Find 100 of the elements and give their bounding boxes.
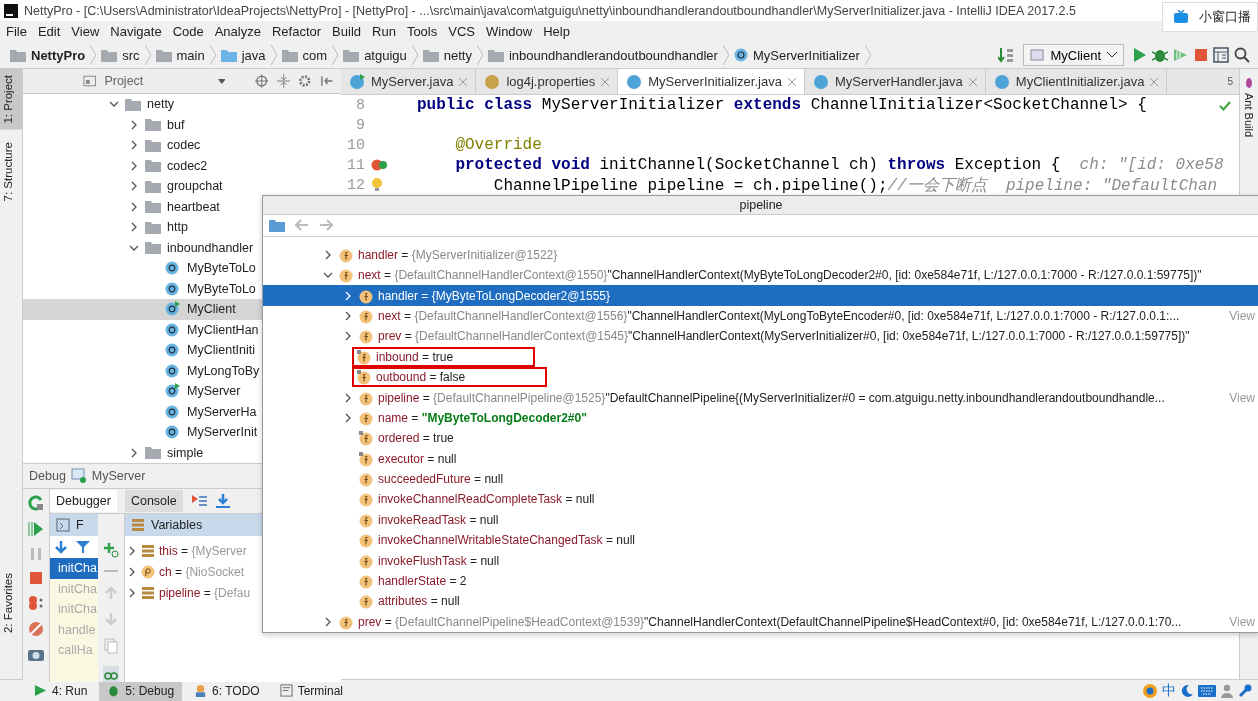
chevron-icon[interactable] bbox=[129, 119, 139, 130]
tree-row[interactable]: invokeChannelReadCompleteTask = null bbox=[263, 489, 1258, 510]
close-icon[interactable] bbox=[1150, 77, 1159, 86]
tree-row[interactable]: groupchat bbox=[23, 176, 341, 197]
chevron-icon[interactable] bbox=[323, 616, 333, 627]
tool-window-tab[interactable]: 6: TODO bbox=[186, 680, 268, 701]
chevron-icon[interactable] bbox=[129, 160, 139, 171]
chevron-icon[interactable] bbox=[127, 566, 137, 577]
person-icon[interactable] bbox=[1220, 683, 1234, 698]
rerun-icon[interactable] bbox=[28, 495, 44, 511]
menu-item[interactable]: Help bbox=[543, 24, 570, 39]
run-config-dropdown[interactable]: MyClient bbox=[1023, 44, 1124, 66]
resume-icon[interactable] bbox=[28, 521, 44, 537]
mute-breakpoints-icon[interactable] bbox=[28, 621, 44, 637]
menu-item[interactable]: Build bbox=[332, 24, 361, 39]
down-arrow-icon[interactable] bbox=[54, 540, 68, 554]
chevron-icon[interactable] bbox=[343, 331, 353, 342]
chevron-icon[interactable] bbox=[129, 181, 139, 192]
show-execution-point-icon[interactable] bbox=[190, 493, 207, 509]
tab[interactable]: Console bbox=[124, 490, 183, 512]
chevron-icon[interactable] bbox=[323, 249, 333, 260]
moon-icon[interactable] bbox=[1180, 683, 1194, 698]
collapse-all-icon[interactable] bbox=[276, 74, 291, 88]
dropdown-icon[interactable] bbox=[217, 78, 226, 84]
close-icon[interactable] bbox=[787, 77, 796, 86]
tree-row[interactable]: prev = {DefaultChannelPipeline$HeadContext@1539}"ChannelHandlerContext(DefaultChannelPipeline$HeadContext#0, [id: 0xe584e71f, L:/127.0.0.1:70... View bbox=[263, 611, 1258, 632]
keyboard-icon[interactable] bbox=[1198, 684, 1216, 697]
menu-item[interactable]: VCS bbox=[448, 24, 475, 39]
chevron-icon[interactable] bbox=[127, 587, 137, 598]
breadcrumb[interactable]: com bbox=[302, 47, 328, 63]
tree-row[interactable]: buf bbox=[23, 114, 341, 135]
breadcrumb[interactable]: src bbox=[122, 47, 140, 63]
tool-window-tab[interactable]: 4: Run bbox=[26, 680, 96, 701]
tree-row[interactable]: handler = {MyByteToLongDecoder2@1555} bbox=[263, 285, 1258, 306]
stop-icon[interactable] bbox=[1194, 48, 1208, 62]
chevron-icon[interactable] bbox=[129, 140, 139, 151]
stop-icon[interactable] bbox=[29, 571, 43, 585]
tree-row[interactable]: heartbeat bbox=[23, 196, 341, 217]
editor-tab[interactable]: MyClientInitializer.java bbox=[985, 69, 1168, 94]
tray-app-icon[interactable] bbox=[1142, 682, 1158, 699]
close-icon[interactable] bbox=[968, 77, 977, 86]
editor-tab[interactable]: MyServerInitializer.java bbox=[618, 69, 805, 94]
breadcrumb[interactable]: atguigu bbox=[364, 47, 407, 63]
tool-window-tab[interactable]: 1: Project bbox=[0, 69, 22, 130]
camera-icon[interactable] bbox=[28, 647, 44, 661]
run-icon[interactable] bbox=[1133, 47, 1147, 63]
tool-window-tab[interactable]: Ant Build bbox=[1243, 93, 1255, 138]
stack-frame[interactable]: initCha bbox=[50, 558, 98, 579]
tree-row[interactable]: invokeFlushTask = null bbox=[263, 550, 1258, 571]
tree-row[interactable]: netty bbox=[23, 94, 341, 115]
lightbulb-icon[interactable] bbox=[371, 178, 383, 192]
chevron-icon[interactable] bbox=[129, 201, 139, 212]
hide-icon[interactable] bbox=[319, 74, 333, 88]
tree-row[interactable]: codec bbox=[23, 135, 341, 156]
breadcrumb[interactable]: netty bbox=[443, 47, 472, 63]
breakpoint-icon[interactable] bbox=[371, 158, 389, 172]
breadcrumb[interactable]: java bbox=[241, 47, 266, 63]
menu-item[interactable]: View bbox=[71, 24, 100, 39]
coverage-icon[interactable] bbox=[1173, 47, 1189, 63]
chevron-icon[interactable] bbox=[343, 392, 353, 403]
tree-row[interactable]: invokeReadTask = null bbox=[263, 509, 1258, 531]
close-icon[interactable] bbox=[459, 77, 468, 86]
wrench-icon[interactable] bbox=[1238, 683, 1252, 698]
menu-item[interactable]: Run bbox=[372, 24, 396, 39]
breadcrumb[interactable]: NettyPro bbox=[31, 47, 86, 63]
menu-item[interactable]: Tools bbox=[406, 24, 438, 39]
tab[interactable]: Debugger bbox=[50, 490, 117, 512]
menu-item[interactable]: Refactor bbox=[271, 24, 322, 39]
filter-icon[interactable] bbox=[76, 540, 90, 554]
tree-row[interactable]: handlerState = 2 bbox=[263, 570, 1258, 592]
close-icon[interactable] bbox=[601, 77, 610, 86]
tree-row[interactable]: codec2 bbox=[23, 155, 341, 176]
breadcrumb[interactable]: inboundhandlerandoutboundhandler bbox=[509, 47, 718, 63]
bug-icon[interactable] bbox=[1152, 47, 1168, 63]
menu-item[interactable]: Analyze bbox=[214, 24, 261, 39]
mini-window-popup[interactable]: 小窗口播 bbox=[1162, 2, 1258, 32]
chevron-icon[interactable] bbox=[129, 222, 139, 233]
menu-item[interactable]: Window bbox=[485, 24, 533, 39]
settings-icon[interactable] bbox=[298, 74, 312, 88]
tool-window-tab[interactable]: 2: Favorites bbox=[0, 566, 22, 639]
menu-item[interactable]: Navigate bbox=[110, 24, 162, 39]
glasses-icon[interactable] bbox=[103, 666, 119, 682]
breadcrumb[interactable]: main bbox=[176, 47, 205, 63]
menu-item[interactable]: File bbox=[6, 24, 27, 39]
tool-window-tab[interactable]: 7: Structure bbox=[0, 135, 22, 208]
folder-icon[interactable] bbox=[269, 218, 285, 232]
tool-window-tab[interactable]: Terminal bbox=[271, 680, 351, 701]
input-method-indicator[interactable]: 中 bbox=[1162, 681, 1176, 700]
locate-icon[interactable] bbox=[255, 74, 269, 88]
tool-window-tab[interactable]: 5: Debug bbox=[99, 680, 183, 701]
tree-row[interactable]: attributes = null bbox=[263, 591, 1258, 612]
tree-row[interactable]: succeededFuture = null bbox=[263, 468, 1258, 490]
editor-tab[interactable]: MyServerHandler.java bbox=[804, 69, 986, 94]
breadcrumb[interactable]: MyServerInitializer bbox=[752, 47, 860, 63]
hidden-tabs-count[interactable]: 5 bbox=[1221, 76, 1239, 87]
menu-item[interactable]: Edit bbox=[37, 24, 61, 39]
tree-row[interactable]: http bbox=[23, 217, 341, 238]
menu-item[interactable]: Code bbox=[172, 24, 204, 39]
chevron-icon[interactable] bbox=[129, 447, 139, 458]
chevron-icon[interactable] bbox=[343, 310, 353, 321]
